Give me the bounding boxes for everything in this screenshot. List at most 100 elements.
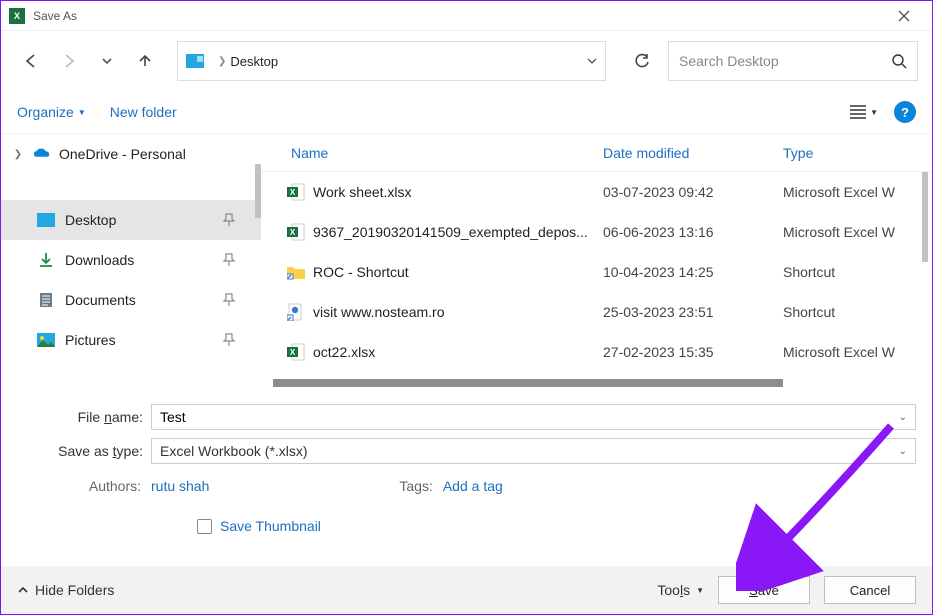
refresh-button[interactable] xyxy=(622,41,662,81)
file-row[interactable]: X Work sheet.xlsx 03-07-2023 09:42 Micro… xyxy=(261,172,932,212)
address-bar[interactable]: ❯ Desktop xyxy=(177,41,606,81)
file-name: Work sheet.xlsx xyxy=(313,184,603,200)
pin-icon[interactable] xyxy=(223,253,235,267)
xlsx-icon: X xyxy=(287,223,313,241)
svg-text:X: X xyxy=(290,348,296,357)
up-button[interactable] xyxy=(129,45,161,77)
forward-button[interactable] xyxy=(53,45,85,77)
sidebar-item-documents[interactable]: Documents xyxy=(1,280,261,320)
file-name: oct22.xlsx xyxy=(313,344,603,360)
file-name: ROC - Shortcut xyxy=(313,264,603,280)
hide-folders-button[interactable]: Hide Folders xyxy=(17,582,114,598)
cancel-button[interactable]: Cancel xyxy=(824,576,916,604)
back-button[interactable] xyxy=(15,45,47,77)
chevron-right-icon[interactable]: ❯ xyxy=(11,149,25,160)
sidebar-item-downloads[interactable]: Downloads xyxy=(1,240,261,280)
sidebar-item-pictures[interactable]: Pictures xyxy=(1,320,261,360)
sidebar-item-desktop[interactable]: Desktop xyxy=(1,200,261,240)
search-input[interactable] xyxy=(679,53,891,69)
svg-text:X: X xyxy=(290,188,296,197)
view-options-button[interactable]: ▼ xyxy=(850,105,878,119)
xlsx-icon: X xyxy=(287,343,313,361)
onedrive-icon xyxy=(33,145,51,163)
documents-icon xyxy=(37,291,55,309)
form-area: File name: ⌄ Save as type: Excel Workboo… xyxy=(1,388,932,540)
pictures-icon xyxy=(37,331,55,349)
horizontal-scrollbar[interactable] xyxy=(261,378,932,388)
xlsx-icon: X xyxy=(287,183,313,201)
sidebar: ❯ OneDrive - Personal Desktop Downloads xyxy=(1,134,261,388)
window-title: Save As xyxy=(33,9,77,23)
file-date: 25-03-2023 23:51 xyxy=(603,304,783,320)
sidebar-item-onedrive[interactable]: ❯ OneDrive - Personal xyxy=(1,136,261,172)
file-date: 03-07-2023 09:42 xyxy=(603,184,783,200)
column-name[interactable]: Name xyxy=(291,145,603,161)
desktop-icon xyxy=(186,54,204,68)
chevron-right-icon: ❯ xyxy=(218,56,226,67)
tags-label: Tags: xyxy=(399,478,432,494)
column-date[interactable]: Date modified xyxy=(603,145,783,161)
file-list-pane: Name Date modified Type X Work sheet.xls… xyxy=(261,134,932,388)
new-folder-label: New folder xyxy=(110,104,177,120)
chevron-down-icon[interactable]: ⌄ xyxy=(899,412,907,423)
title-bar: X Save As xyxy=(1,1,932,31)
file-name-field[interactable]: ⌄ xyxy=(151,404,916,430)
sidebar-item-label: Documents xyxy=(65,292,136,308)
pin-icon[interactable] xyxy=(223,293,235,307)
search-box[interactable] xyxy=(668,41,918,81)
column-type[interactable]: Type xyxy=(783,145,813,161)
new-folder-button[interactable]: New folder xyxy=(110,104,177,120)
sidebar-item-label: Desktop xyxy=(65,212,116,228)
chevron-up-icon xyxy=(17,584,29,596)
svg-text:X: X xyxy=(290,228,296,237)
main-area: ❯ OneDrive - Personal Desktop Downloads xyxy=(1,133,932,388)
file-type: Shortcut xyxy=(783,264,835,280)
address-dropdown-icon[interactable] xyxy=(587,56,597,66)
file-row[interactable]: visit www.nosteam.ro 25-03-2023 23:51 Sh… xyxy=(261,292,932,332)
excel-logo-icon: X xyxy=(9,8,25,24)
save-type-label: Save as type: xyxy=(17,443,151,459)
chevron-down-icon: ▼ xyxy=(696,586,704,595)
organize-label: Organize xyxy=(17,104,74,120)
chevron-down-icon: ▼ xyxy=(78,108,86,117)
search-icon[interactable] xyxy=(891,53,907,69)
column-headers: Name Date modified Type xyxy=(261,134,932,172)
file-date: 06-06-2023 13:16 xyxy=(603,224,783,240)
organize-button[interactable]: Organize ▼ xyxy=(17,104,86,120)
nav-row: ❯ Desktop xyxy=(1,31,932,91)
file-row[interactable]: X 9367_20190320141509_exempted_depos... … xyxy=(261,212,932,252)
file-name: visit www.nosteam.ro xyxy=(313,304,603,320)
file-name-label: File name: xyxy=(17,409,151,425)
toolbar: Organize ▼ New folder ▼ ? xyxy=(1,91,932,133)
sidebar-item-label: OneDrive - Personal xyxy=(59,146,186,162)
save-type-field[interactable]: Excel Workbook (*.xlsx) ⌄ xyxy=(151,438,916,464)
file-type: Microsoft Excel W xyxy=(783,184,895,200)
url-shortcut-icon xyxy=(287,303,313,321)
tools-button[interactable]: Tools ▼ xyxy=(657,582,704,598)
help-button[interactable]: ? xyxy=(894,101,916,123)
file-name-input[interactable] xyxy=(160,409,899,425)
save-thumbnail-checkbox[interactable]: Save Thumbnail xyxy=(197,518,916,534)
checkbox-icon[interactable] xyxy=(197,519,212,534)
file-type: Shortcut xyxy=(783,304,835,320)
footer: Hide Folders Tools ▼ Save Cancel xyxy=(1,566,932,614)
file-row[interactable]: ROC - Shortcut 10-04-2023 14:25 Shortcut xyxy=(261,252,932,292)
pin-icon[interactable] xyxy=(223,213,235,227)
file-date: 27-02-2023 15:35 xyxy=(603,344,783,360)
file-type: Microsoft Excel W xyxy=(783,224,895,240)
save-button[interactable]: Save xyxy=(718,576,810,604)
authors-value[interactable]: rutu shah xyxy=(151,478,209,494)
chevron-down-icon[interactable]: ⌄ xyxy=(899,446,907,457)
sidebar-item-label: Pictures xyxy=(65,332,116,348)
file-row[interactable]: X oct22.xlsx 27-02-2023 15:35 Microsoft … xyxy=(261,332,932,372)
breadcrumb-location[interactable]: Desktop xyxy=(230,54,278,69)
hide-folders-label: Hide Folders xyxy=(35,582,114,598)
tags-value[interactable]: Add a tag xyxy=(443,478,503,494)
pin-icon[interactable] xyxy=(223,333,235,347)
file-date: 10-04-2023 14:25 xyxy=(603,264,783,280)
file-list-scrollbar[interactable] xyxy=(922,172,928,262)
sidebar-item-label: Downloads xyxy=(65,252,134,268)
file-type: Microsoft Excel W xyxy=(783,344,895,360)
close-button[interactable] xyxy=(884,1,924,31)
recent-locations-dropdown[interactable] xyxy=(91,45,123,77)
